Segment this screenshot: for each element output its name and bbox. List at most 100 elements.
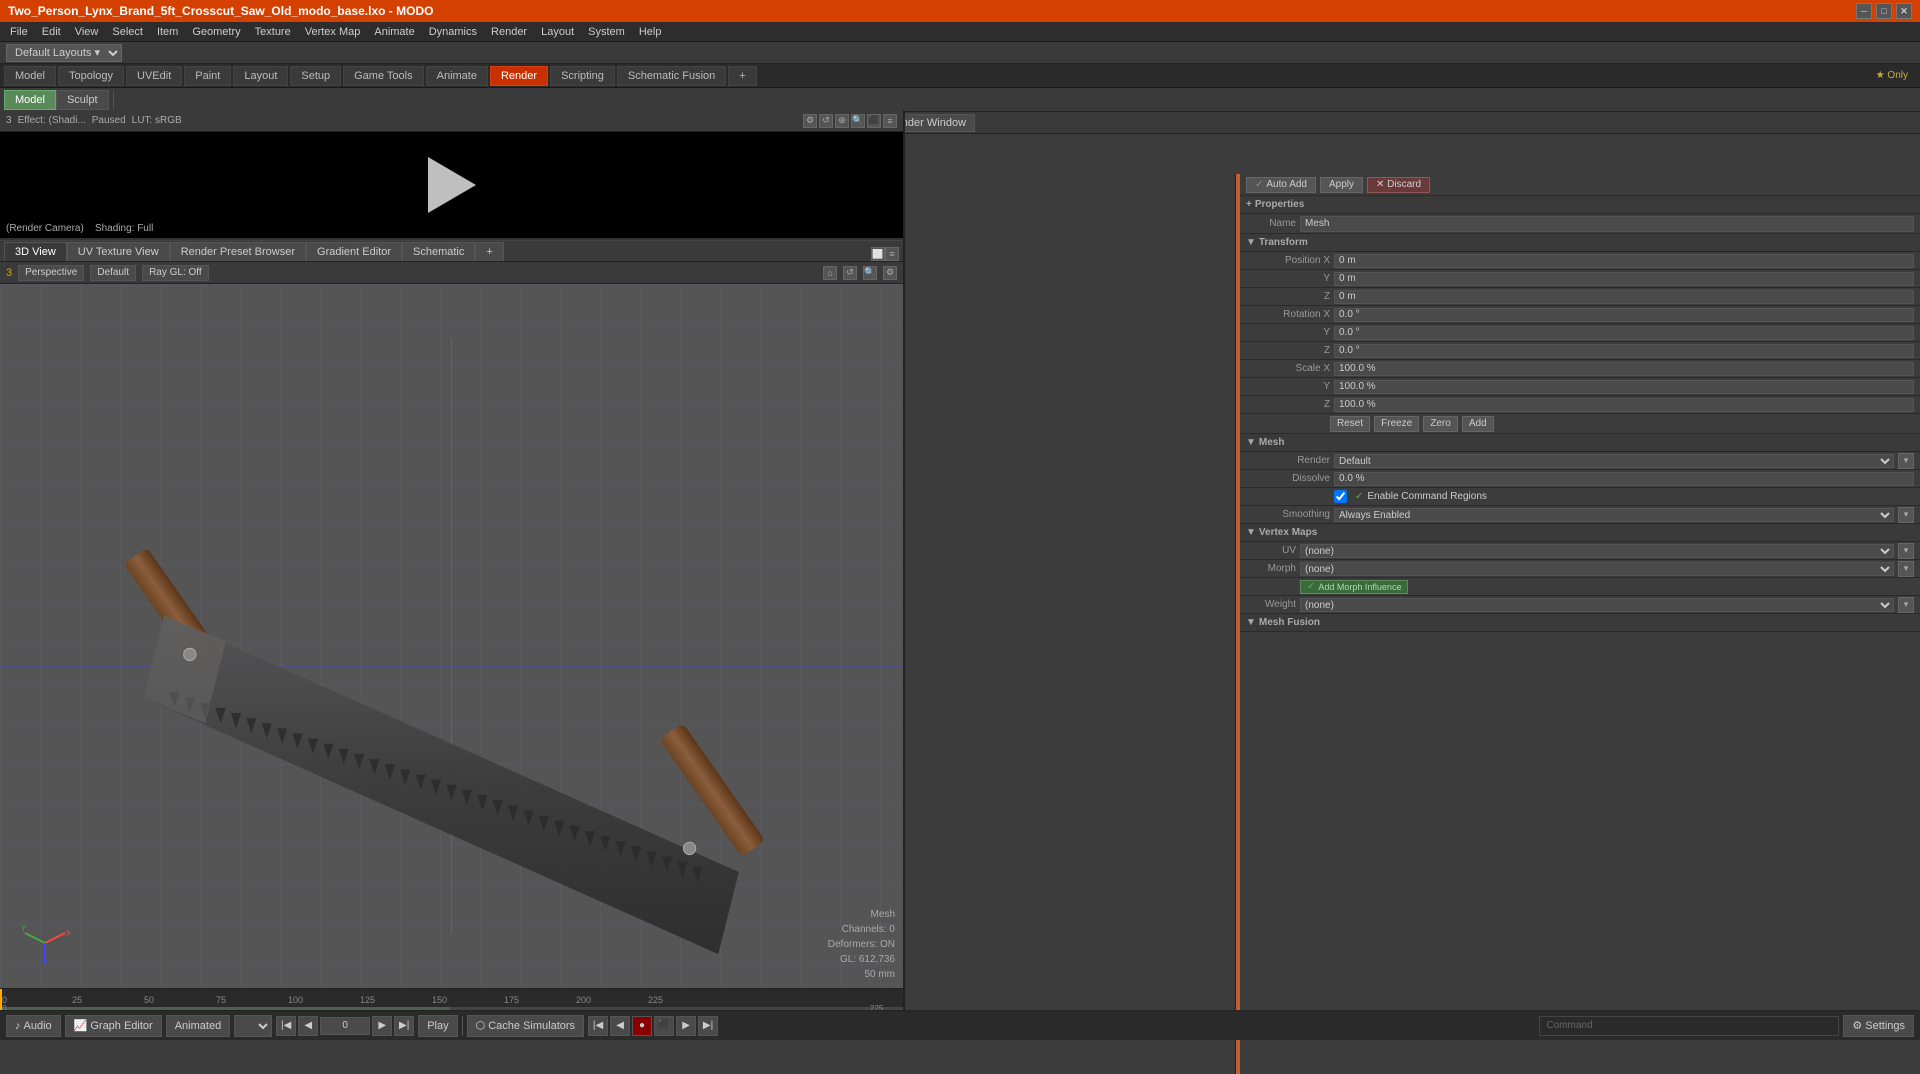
reset-button[interactable]: Reset <box>1330 416 1370 432</box>
trans-btn-4[interactable]: ▶ <box>676 1016 696 1036</box>
menu-item-system[interactable]: System <box>582 24 631 40</box>
trans-record[interactable]: ● <box>632 1016 652 1036</box>
smoothing-select[interactable]: Always Enabled <box>1334 508 1894 522</box>
position-y-input[interactable] <box>1334 272 1914 286</box>
uv-arrow[interactable]: ▾ <box>1898 543 1914 559</box>
weight-arrow[interactable]: ▾ <box>1898 597 1914 613</box>
mesh-fusion-section-header[interactable]: ▼ Mesh Fusion <box>1240 614 1920 632</box>
top-tab-scripting[interactable]: Scripting <box>550 66 615 86</box>
next-frame-button[interactable]: ▶| <box>394 1016 414 1036</box>
play-label-button[interactable]: Play <box>418 1015 457 1037</box>
top-tab-layout[interactable]: Layout <box>233 66 288 86</box>
preview-icon-2[interactable]: ↺ <box>819 114 833 128</box>
trans-btn-5[interactable]: ▶| <box>698 1016 718 1036</box>
preview-icon-1[interactable]: ⚙ <box>803 114 817 128</box>
smoothing-arrow[interactable]: ▾ <box>1898 507 1914 523</box>
properties-section-header[interactable]: + Properties <box>1240 196 1920 214</box>
preview-icon-5[interactable]: ⬛ <box>867 114 881 128</box>
cache-button[interactable]: ⬡ Cache Simulators <box>467 1015 584 1037</box>
top-tab-uvedit[interactable]: UVEdit <box>126 66 182 86</box>
rotation-x-input[interactable] <box>1334 308 1914 322</box>
default-btn[interactable]: Default <box>90 265 136 281</box>
auto-add-button[interactable]: ✓ Auto Add <box>1246 177 1316 193</box>
sculpt-button[interactable]: Sculpt <box>56 90 109 110</box>
menu-item-animate[interactable]: Animate <box>368 24 420 40</box>
close-button[interactable]: ✕ <box>1896 3 1912 19</box>
animated-select[interactable] <box>234 1015 272 1037</box>
position-z-input[interactable] <box>1334 290 1914 304</box>
tab-gradient[interactable]: Gradient Editor <box>306 242 402 261</box>
menu-item-view[interactable]: View <box>69 24 105 40</box>
trans-btn-2[interactable]: ◀ <box>610 1016 630 1036</box>
viewport-canvas[interactable]: X Y Z Mesh Channels: 0 Deformers: ON GL:… <box>0 284 903 988</box>
audio-button[interactable]: ♪ Audio <box>6 1015 61 1037</box>
position-x-input[interactable] <box>1334 254 1914 268</box>
top-tab--[interactable]: + <box>728 66 756 86</box>
scale-x-input[interactable] <box>1334 362 1914 376</box>
menu-item-help[interactable]: Help <box>633 24 668 40</box>
raygl-btn[interactable]: Ray GL: Off <box>142 265 209 281</box>
scale-z-input[interactable] <box>1334 398 1914 412</box>
uv-select[interactable]: (none) <box>1300 544 1894 558</box>
apply-button[interactable]: Apply <box>1320 177 1363 193</box>
top-tab-model[interactable]: Model <box>4 66 56 86</box>
maximize-button[interactable]: □ <box>1876 3 1892 19</box>
play-button[interactable] <box>428 157 476 213</box>
vp-home-icon[interactable]: ⌂ <box>823 266 837 280</box>
vertex-maps-section-header[interactable]: ▼ Vertex Maps <box>1240 524 1920 542</box>
tab-plus[interactable]: + <box>475 242 503 261</box>
perspective-btn[interactable]: Perspective <box>18 265 84 281</box>
layout-select[interactable]: Default Layouts ▾ <box>6 44 122 62</box>
vp-refresh-icon[interactable]: ↺ <box>843 266 857 280</box>
render-select[interactable]: Default <box>1334 454 1894 468</box>
dissolve-input[interactable] <box>1334 472 1914 486</box>
viewport-3d[interactable]: 3 Perspective Default Ray GL: Off ⌂ ↺ 🔍 … <box>0 262 903 988</box>
menu-item-item[interactable]: Item <box>151 24 184 40</box>
play-button-status[interactable]: ▶ <box>372 1016 392 1036</box>
render-arrow[interactable]: ▾ <box>1898 453 1914 469</box>
vp-settings-icon[interactable]: ⚙ <box>883 266 897 280</box>
top-tab-topology[interactable]: Topology <box>58 66 124 86</box>
command-bar[interactable]: Command <box>1539 1016 1839 1036</box>
top-tab-schematic-fusion[interactable]: Schematic Fusion <box>617 66 726 86</box>
zero-button[interactable]: Zero <box>1423 416 1458 432</box>
minimize-button[interactable]: ─ <box>1856 3 1872 19</box>
menu-item-layout[interactable]: Layout <box>535 24 580 40</box>
name-input[interactable] <box>1300 216 1914 232</box>
preview-icon-3[interactable]: ⊕ <box>835 114 849 128</box>
add-morph-influence-button[interactable]: ✓ Add Morph Influence <box>1300 580 1408 594</box>
transform-section-header[interactable]: ▼ Transform <box>1240 234 1920 252</box>
menu-item-geometry[interactable]: Geometry <box>186 24 246 40</box>
menu-item-dynamics[interactable]: Dynamics <box>423 24 483 40</box>
discard-button[interactable]: ✕ Discard <box>1367 177 1430 193</box>
tab-schematic[interactable]: Schematic <box>402 242 475 261</box>
animated-button[interactable]: Animated <box>166 1015 230 1037</box>
tab-render-preset[interactable]: Render Preset Browser <box>170 242 306 261</box>
menu-item-render[interactable]: Render <box>485 24 533 40</box>
preview-icon-6[interactable]: ≡ <box>883 114 897 128</box>
top-tab-render[interactable]: Render <box>490 66 548 86</box>
trans-btn-3[interactable]: ⬛ <box>654 1016 674 1036</box>
menu-item-file[interactable]: File <box>4 24 34 40</box>
top-tab-game-tools[interactable]: Game Tools <box>343 66 424 86</box>
tab-3d-view[interactable]: 3D View <box>4 242 67 261</box>
morph-arrow[interactable]: ▾ <box>1898 561 1914 577</box>
frame-input[interactable] <box>320 1017 370 1035</box>
top-tab-paint[interactable]: Paint <box>184 66 231 86</box>
rotation-y-input[interactable] <box>1334 326 1914 340</box>
menu-item-select[interactable]: Select <box>106 24 149 40</box>
vp-search-icon[interactable]: 🔍 <box>863 266 877 280</box>
menu-item-texture[interactable]: Texture <box>249 24 297 40</box>
top-tab-setup[interactable]: Setup <box>290 66 341 86</box>
mesh-section-header[interactable]: ▼ Mesh <box>1240 434 1920 452</box>
prev-frame-button[interactable]: ◀ <box>298 1016 318 1036</box>
view-settings-icon[interactable]: ≡ <box>885 247 899 261</box>
morph-select[interactable]: (none) <box>1300 562 1894 576</box>
trans-btn-1[interactable]: |◀ <box>588 1016 608 1036</box>
preview-icon-4[interactable]: 🔍 <box>851 114 865 128</box>
freeze-button[interactable]: Freeze <box>1374 416 1419 432</box>
scale-y-input[interactable] <box>1334 380 1914 394</box>
add-button[interactable]: Add <box>1462 416 1494 432</box>
rotation-z-input[interactable] <box>1334 344 1914 358</box>
weight-select[interactable]: (none) <box>1300 598 1894 612</box>
